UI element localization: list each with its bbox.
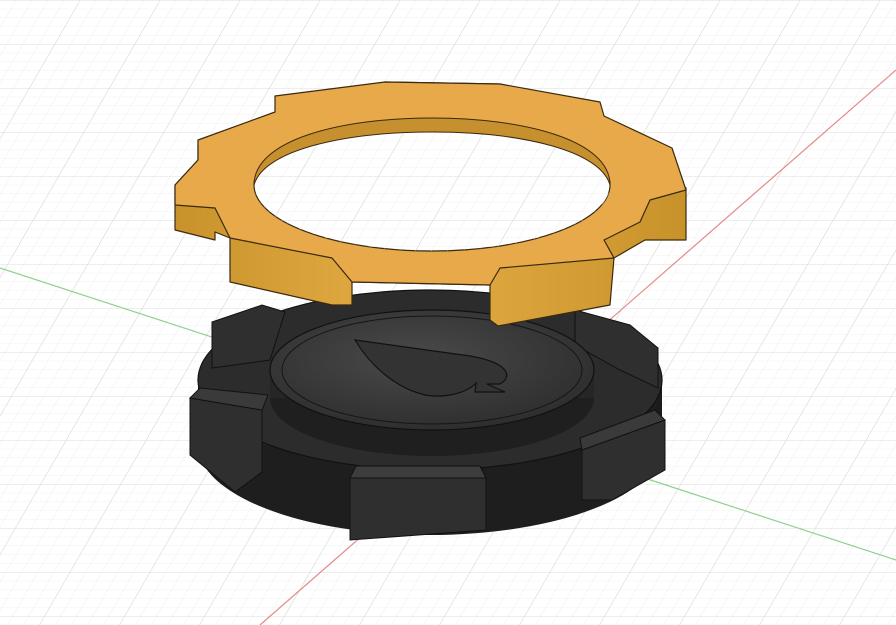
cad-viewport[interactable] [0,0,896,625]
poker-chip-base[interactable] [188,289,666,541]
